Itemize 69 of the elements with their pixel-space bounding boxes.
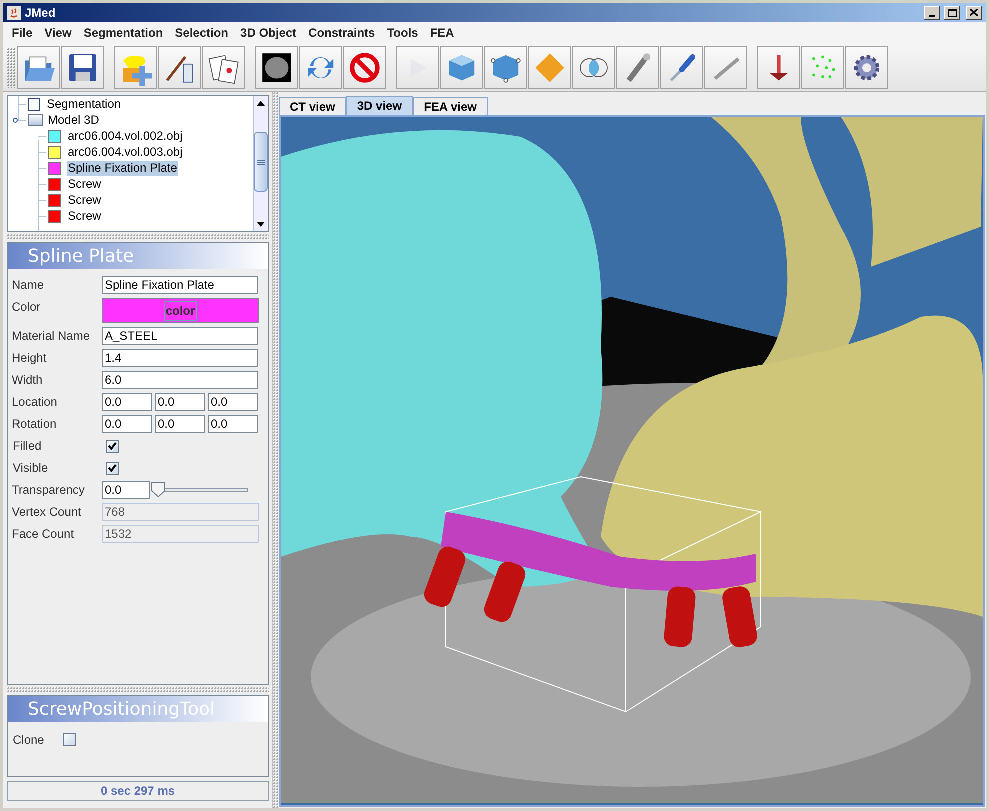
close-icon bbox=[970, 9, 978, 16]
menu-item[interactable]: Segmentation bbox=[78, 24, 170, 42]
window-title: JMed bbox=[25, 4, 57, 22]
checkbox[interactable] bbox=[106, 462, 119, 474]
field-label: Filled bbox=[13, 438, 43, 455]
menu-item[interactable]: Tools bbox=[381, 24, 424, 42]
number-field[interactable]: 0.0 bbox=[208, 393, 258, 411]
folder-icon bbox=[28, 114, 43, 126]
field-label: Transparency bbox=[12, 482, 86, 499]
number-field[interactable]: 0.0 bbox=[102, 415, 152, 433]
field-label: Face Count bbox=[12, 526, 76, 543]
tree-item[interactable]: Segmentation bbox=[46, 96, 122, 112]
tab[interactable]: FEA view bbox=[413, 97, 488, 115]
toolbar-button[interactable] bbox=[757, 46, 800, 89]
tree-item[interactable]: Spline Fixation Plate bbox=[67, 160, 178, 176]
field-label: Color bbox=[12, 299, 42, 316]
tree-item[interactable]: arc06.004.vol.002.obj bbox=[67, 128, 184, 144]
menu-item[interactable]: FEA bbox=[424, 24, 460, 42]
field-label: Visible bbox=[13, 460, 50, 477]
color-button[interactable]: color bbox=[102, 298, 259, 323]
toolbar-button[interactable] bbox=[845, 46, 888, 89]
text-field[interactable]: 6.0 bbox=[102, 371, 258, 389]
field-label: Material Name bbox=[12, 328, 92, 345]
tree-item[interactable]: Screw bbox=[67, 192, 102, 208]
field-label: Vertex Count bbox=[12, 504, 82, 521]
panel-header: Spline Plate bbox=[8, 243, 268, 269]
tree-item[interactable]: Screw bbox=[67, 176, 102, 192]
number-field[interactable]: 0.0 bbox=[208, 415, 258, 433]
readonly-field: 1532 bbox=[102, 525, 259, 543]
checkbox[interactable] bbox=[63, 732, 76, 746]
document-icon bbox=[28, 98, 40, 110]
toolbar-button[interactable] bbox=[202, 46, 245, 89]
text-field[interactable]: 0.0 bbox=[102, 481, 150, 499]
app-icon bbox=[7, 6, 21, 20]
toolbar-button[interactable] bbox=[61, 46, 104, 89]
tree-item[interactable]: arc06.004.vol.003.obj bbox=[67, 144, 184, 160]
field-label: Clone bbox=[13, 732, 46, 749]
menu-item[interactable]: 3D Object bbox=[234, 24, 303, 42]
text-field[interactable]: A_STEEL bbox=[102, 327, 258, 345]
maximize-button[interactable] bbox=[944, 6, 960, 20]
checkbox[interactable] bbox=[106, 440, 119, 452]
minimize-button[interactable] bbox=[924, 6, 940, 20]
toolbar-button[interactable] bbox=[255, 46, 298, 89]
number-field[interactable]: 0.0 bbox=[102, 393, 152, 411]
field-label: Width bbox=[12, 372, 44, 389]
tab[interactable]: 3D view bbox=[346, 96, 414, 115]
menu-item[interactable]: Selection bbox=[169, 24, 235, 42]
menu-item[interactable]: View bbox=[38, 24, 78, 42]
toolbar-button[interactable] bbox=[158, 46, 201, 89]
scroll-down-icon[interactable] bbox=[257, 222, 265, 226]
menu-item[interactable]: File bbox=[6, 24, 39, 42]
text-field[interactable]: Spline Fixation Plate bbox=[102, 276, 258, 294]
close-button[interactable] bbox=[966, 6, 982, 20]
toolbar-grip[interactable] bbox=[7, 48, 15, 88]
readonly-field: 768 bbox=[102, 503, 259, 521]
tab[interactable]: CT view bbox=[279, 97, 346, 115]
number-field[interactable]: 0.0 bbox=[155, 415, 205, 433]
tree-item[interactable]: Screw bbox=[67, 208, 102, 224]
scroll-up-icon[interactable] bbox=[257, 100, 265, 106]
field-label: Rotation bbox=[12, 416, 58, 433]
text-field[interactable]: 1.4 bbox=[102, 349, 258, 367]
menu-item[interactable]: Constraints bbox=[302, 24, 382, 42]
tree-item[interactable]: Model 3D bbox=[47, 112, 100, 128]
status-bar: 0 sec 297 ms bbox=[7, 781, 269, 801]
number-field[interactable]: 0.0 bbox=[155, 393, 205, 411]
field-label: Height bbox=[12, 350, 48, 367]
field-label: Name bbox=[12, 277, 46, 294]
field-label: Location bbox=[12, 394, 58, 411]
vertical-scrollbar[interactable] bbox=[253, 96, 268, 231]
